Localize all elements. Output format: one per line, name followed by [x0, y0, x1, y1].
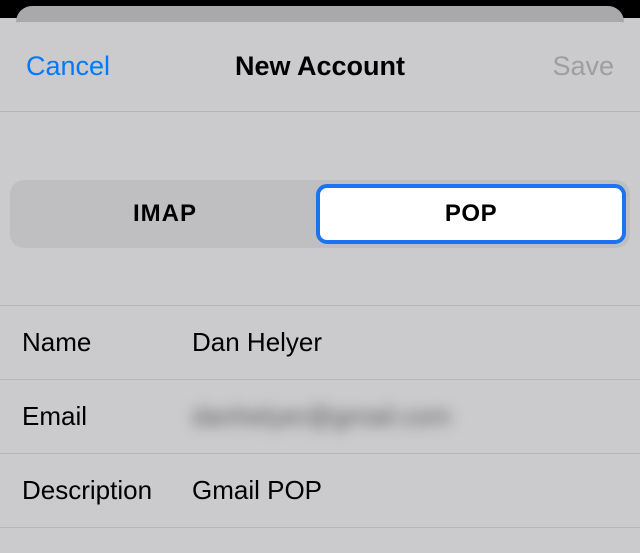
account-type-segmented-control: IMAP POP	[0, 180, 640, 248]
email-field[interactable]: danhelyer@gmail.com	[192, 401, 618, 432]
name-field[interactable]	[192, 327, 618, 358]
modal-sheet: Cancel New Account Save IMAP POP Name Em…	[0, 22, 640, 553]
account-form: Name Email danhelyer@gmail.com Descripti…	[0, 306, 640, 528]
description-label: Description	[22, 475, 192, 506]
form-row-name[interactable]: Name	[0, 306, 640, 380]
segment-pop[interactable]: POP	[316, 184, 626, 244]
spacer	[0, 248, 640, 306]
cancel-button[interactable]: Cancel	[26, 51, 110, 82]
email-label: Email	[22, 401, 192, 432]
save-button: Save	[552, 51, 614, 82]
description-field[interactable]	[192, 475, 618, 506]
navigation-header: Cancel New Account Save	[0, 22, 640, 112]
form-row-description[interactable]: Description	[0, 454, 640, 528]
spacer	[0, 112, 640, 180]
page-title: New Account	[146, 51, 494, 82]
form-row-email[interactable]: Email danhelyer@gmail.com	[0, 380, 640, 454]
name-label: Name	[22, 327, 192, 358]
segment-imap[interactable]: IMAP	[14, 184, 316, 244]
